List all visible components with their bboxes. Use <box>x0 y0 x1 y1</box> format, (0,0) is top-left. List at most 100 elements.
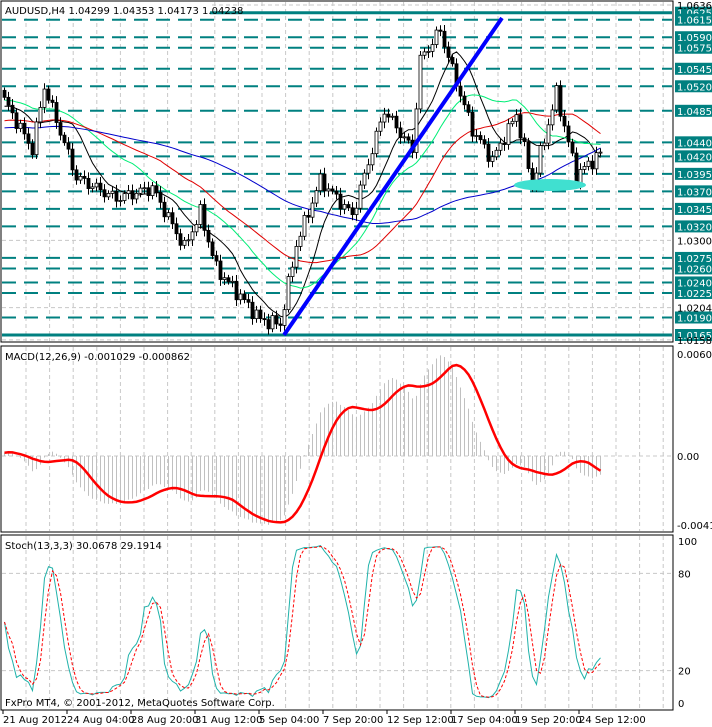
price-label: 1.04200 <box>677 152 712 163</box>
candle-body <box>118 200 123 202</box>
price-label: 1.01900 <box>677 313 712 324</box>
candle-body <box>34 121 39 156</box>
candle-body <box>230 280 235 283</box>
candle-body <box>178 233 183 246</box>
candle-body <box>334 190 339 195</box>
candle-body <box>314 190 319 204</box>
candle-body <box>382 113 387 123</box>
candle-body <box>22 122 27 135</box>
candle-body <box>518 114 523 139</box>
candle-body <box>14 112 19 129</box>
candle-body <box>506 123 511 145</box>
ma-black-line <box>4 51 601 318</box>
candle-body <box>538 145 543 174</box>
candle-body <box>106 192 111 198</box>
time-label: 21 Aug 2012 <box>3 715 67 726</box>
candle-body <box>50 99 55 103</box>
candle-body <box>122 193 127 201</box>
candle-body <box>138 187 143 194</box>
candle-body <box>326 188 331 192</box>
candle-body <box>2 89 7 98</box>
candle-body <box>582 166 587 170</box>
macd-scale-label: 0.00609 <box>677 350 712 361</box>
candle-body <box>42 88 47 108</box>
candle-body <box>562 115 567 127</box>
stoch-scale-label: 80 <box>678 569 691 580</box>
candle-body <box>354 207 359 216</box>
candle-body <box>322 173 327 192</box>
candle-body <box>458 85 463 97</box>
candle-body <box>126 190 131 195</box>
candle-body <box>10 104 15 114</box>
price-label: 1.04850 <box>677 107 712 118</box>
candle-body <box>66 142 71 150</box>
candle-body <box>94 182 99 188</box>
candle-body <box>486 143 491 162</box>
candle-body <box>598 151 603 154</box>
candle-body <box>378 121 383 132</box>
mt4-chart[interactable]: 1.062501.061501.059001.057501.054501.052… <box>0 0 712 727</box>
candle-body <box>270 315 275 330</box>
moving-averages <box>4 51 601 318</box>
candle-body <box>282 309 287 326</box>
candle-body <box>438 29 443 32</box>
candle-body <box>102 189 107 198</box>
candle-body <box>406 136 411 141</box>
candle-body <box>430 44 435 52</box>
candle-body <box>342 204 347 210</box>
candle-body <box>226 277 231 283</box>
candle-body <box>110 190 115 194</box>
candle-body <box>586 160 591 167</box>
candle-body <box>402 136 407 139</box>
candle-body <box>318 173 323 192</box>
candle-body <box>494 149 499 158</box>
price-label: 1.02250 <box>677 289 712 300</box>
candle-body <box>474 135 479 137</box>
price-axis[interactable]: 1.062501.061501.059001.057501.054501.052… <box>675 1 712 710</box>
candle-body <box>142 187 147 190</box>
candle-body <box>274 315 279 325</box>
candle-body <box>218 260 223 280</box>
candle-body <box>278 323 283 326</box>
candle-body <box>250 301 255 320</box>
highlight-ellipse[interactable] <box>514 179 586 191</box>
time-label: 28 Aug 20:00 <box>131 715 198 726</box>
price-label: 1.06150 <box>677 16 712 27</box>
candle-body <box>46 88 51 101</box>
candle-body <box>86 177 91 189</box>
stoch-panel <box>2 545 672 699</box>
candle-body <box>450 57 455 65</box>
time-label: 17 Sep 04:00 <box>451 715 518 726</box>
candle-body <box>558 85 563 117</box>
candle-body <box>390 115 395 118</box>
macd-scale-label: -0.00412 <box>677 521 712 532</box>
price-scale-label: 1.02040 <box>677 304 712 315</box>
stoch-k-line <box>4 545 601 699</box>
time-label: 12 Sep 12:00 <box>387 715 454 726</box>
candle-body <box>182 239 187 246</box>
candle-body <box>370 153 375 166</box>
candle-body <box>82 175 87 179</box>
trend-line[interactable] <box>282 16 504 337</box>
candle-body <box>366 164 371 174</box>
candle-body <box>146 187 151 197</box>
stoch-scale-label: 0 <box>678 699 684 710</box>
candle-body <box>202 204 207 231</box>
candle-body <box>98 182 103 191</box>
candle-body <box>246 299 251 303</box>
candle-body <box>502 142 507 145</box>
candle-body <box>358 184 363 209</box>
candle-body <box>566 125 571 143</box>
price-scale-label: 1.01580 <box>677 336 712 347</box>
candle-body <box>522 137 527 143</box>
price-label: 1.03450 <box>677 205 712 216</box>
price-label: 1.05200 <box>677 82 712 93</box>
candle-body <box>470 111 475 137</box>
candle-body <box>594 152 599 170</box>
price-label: 1.03700 <box>677 187 712 198</box>
candle-body <box>254 309 259 320</box>
time-axis[interactable]: 21 Aug 2012 24 Aug 04:0028 Aug 20:0031 Au… <box>2 710 646 726</box>
candle-body <box>294 245 299 268</box>
candle-body <box>346 204 351 209</box>
time-label: 24 Sep 12:00 <box>579 715 646 726</box>
